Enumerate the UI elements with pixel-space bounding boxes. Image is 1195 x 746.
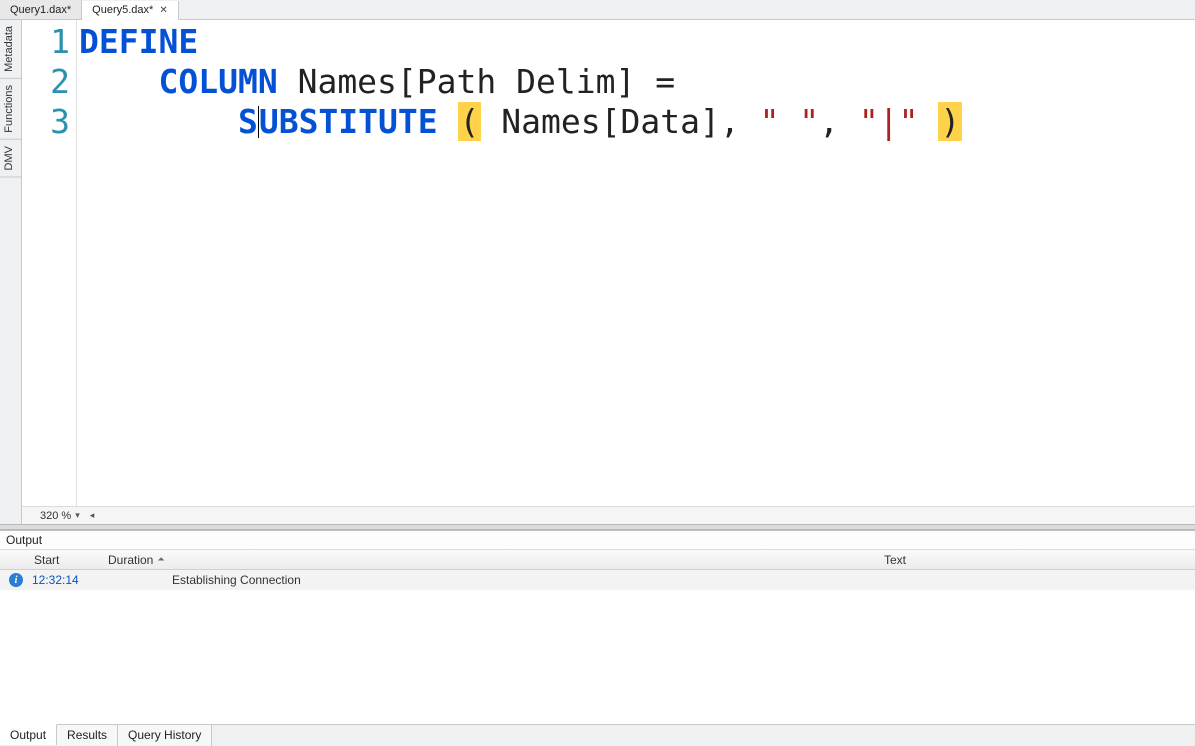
tok-op: = <box>655 62 675 101</box>
tok-indent <box>79 102 238 141</box>
tok-ident: Names[Path Delim] <box>298 62 636 101</box>
document-tabs: Query1.dax* Query5.dax* ✕ <box>0 0 1195 20</box>
tok-sp <box>740 102 760 141</box>
tok-function: SUBSTITUTE <box>238 102 438 141</box>
tab-results[interactable]: Results <box>57 725 118 746</box>
main-area: Metadata Functions DMV 1 2 3 DEFINE COLU… <box>0 20 1195 524</box>
tok-comma: , <box>720 102 740 141</box>
side-tab-dmv[interactable]: DMV <box>0 140 21 177</box>
side-panel-tabs: Metadata Functions DMV <box>0 20 22 524</box>
sort-asc-icon: ⏶ <box>157 554 164 565</box>
zoom-level[interactable]: 320 % <box>40 510 71 522</box>
close-icon[interactable]: ✕ <box>159 5 167 16</box>
tok-sp <box>481 102 501 141</box>
tab-label: Query1.dax* <box>10 4 71 16</box>
tok-keyword: DEFINE <box>79 22 198 61</box>
line-number: 1 <box>22 22 76 62</box>
zoom-bar: 320 % ▾ ◂ <box>22 506 1195 524</box>
tok-indent <box>79 62 158 101</box>
tok-sp <box>919 102 939 141</box>
output-row[interactable]: i 12:32:14 Establishing Connection <box>0 570 1195 590</box>
tok-string: "|" <box>859 102 919 141</box>
tok-string: " " <box>760 102 820 141</box>
tok-sp <box>839 102 859 141</box>
col-start[interactable]: Start <box>32 553 106 567</box>
tok-sp <box>278 62 298 101</box>
info-icon: i <box>9 573 23 587</box>
output-title: Output <box>0 531 1195 550</box>
col-duration-label: Duration <box>108 553 153 567</box>
tok-keyword: COLUMN <box>158 62 277 101</box>
result-tabs: Output Results Query History <box>0 724 1195 746</box>
tok-sp <box>438 102 458 141</box>
side-tab-functions[interactable]: Functions <box>0 79 21 140</box>
line-gutter: 1 2 3 <box>22 20 77 506</box>
tab-query1[interactable]: Query1.dax* <box>0 0 82 19</box>
code-area[interactable]: DEFINE COLUMN Names[Path Delim] = SUBSTI… <box>77 20 1195 506</box>
output-header: Start Duration ⏶ Text <box>0 550 1195 570</box>
row-icon-cell: i <box>0 573 32 587</box>
code-editor[interactable]: 1 2 3 DEFINE COLUMN Names[Path Delim] = … <box>22 20 1195 506</box>
col-duration[interactable]: Duration ⏶ <box>106 553 882 567</box>
tok-sp <box>635 62 655 101</box>
tok-comma: , <box>819 102 839 141</box>
text-cursor <box>258 106 259 138</box>
scroll-left-icon[interactable]: ◂ <box>90 510 95 521</box>
row-start: 12:32:14 <box>32 573 106 587</box>
line-number: 2 <box>22 62 76 102</box>
tab-label: Query5.dax* <box>92 4 153 16</box>
output-panel: Output Start Duration ⏶ Text i 12:32:14 … <box>0 530 1195 746</box>
tab-output[interactable]: Output <box>0 724 57 745</box>
side-tab-metadata[interactable]: Metadata <box>0 20 21 79</box>
tok-ident: Names[Data] <box>501 102 720 141</box>
row-text: Establishing Connection <box>172 573 1195 587</box>
tab-query5[interactable]: Query5.dax* ✕ <box>82 1 179 20</box>
tok-paren-open: ( <box>458 102 482 141</box>
tok-paren-close: ) <box>938 102 962 141</box>
editor-wrap: 1 2 3 DEFINE COLUMN Names[Path Delim] = … <box>22 20 1195 524</box>
line-number: 3 <box>22 102 76 142</box>
chevron-down-icon[interactable]: ▾ <box>75 510 80 521</box>
output-rows: i 12:32:14 Establishing Connection <box>0 570 1195 724</box>
tab-query-history[interactable]: Query History <box>118 725 212 746</box>
col-text[interactable]: Text <box>882 553 1195 567</box>
